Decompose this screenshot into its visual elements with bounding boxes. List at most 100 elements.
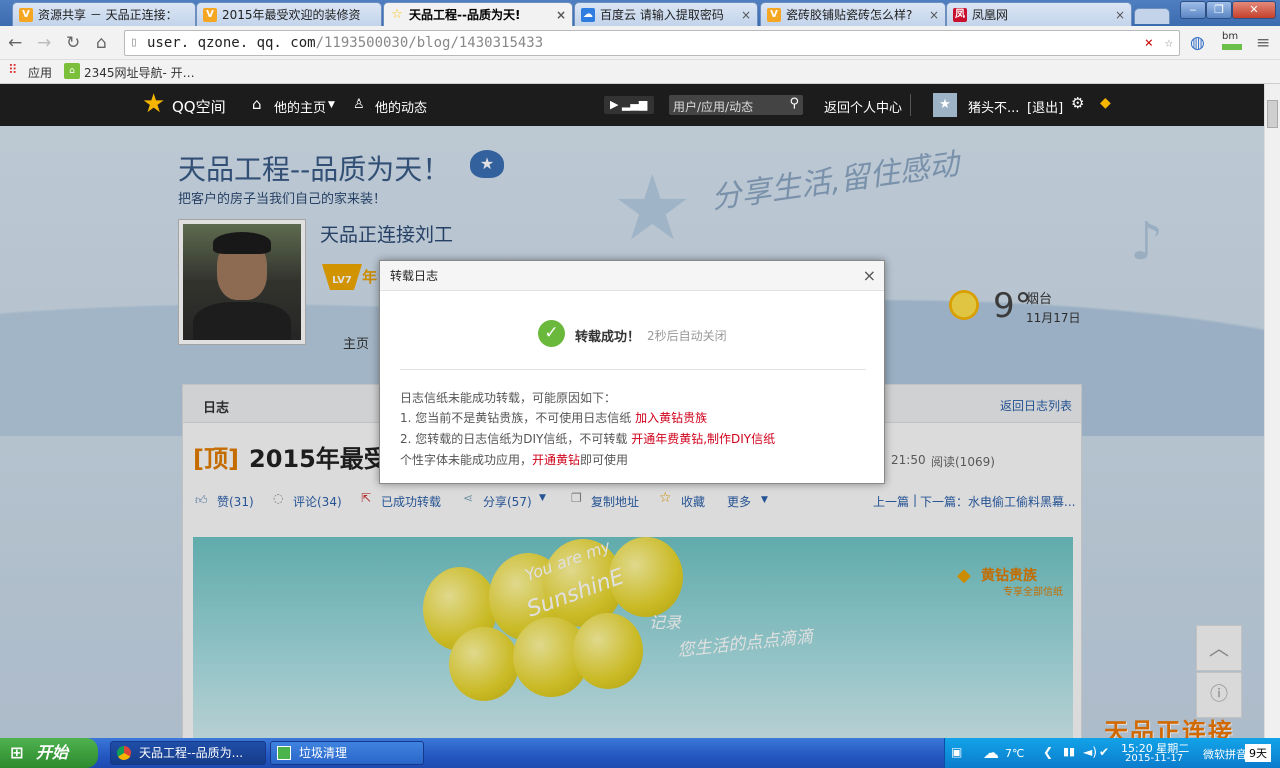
star-icon: ☆ (391, 6, 403, 22)
nav-his-home[interactable]: 他的主页 (274, 97, 326, 116)
dialog-divider (400, 369, 866, 370)
chevron-down-icon: ▼ (328, 100, 335, 110)
taskbar-item-label: 天品工程--品质为... (139, 746, 244, 760)
tab-close-icon[interactable]: × (929, 8, 939, 22)
translate-blocked-icon[interactable]: ⨯ (1145, 31, 1153, 55)
tab-close-icon[interactable]: × (1115, 8, 1125, 22)
page-icon: ▯ (130, 35, 138, 50)
bookmark-2345[interactable]: 2345网址导航- 开… (84, 64, 195, 81)
page-scrollbar[interactable] (1264, 84, 1280, 738)
reason-3-tail: 即可使用 (580, 453, 629, 467)
tab-baidu-cloud[interactable]: ☁ 百度云 请输入提取密码 × (574, 2, 758, 26)
nav-username[interactable]: 猪头不... (968, 97, 1019, 116)
forward-arrow-icon[interactable]: → (37, 33, 51, 53)
tab-tile-adhesive[interactable]: V 瓷砖胶铺贴瓷砖怎么样? × (760, 2, 946, 26)
days-counter[interactable]: 9天 (1245, 744, 1271, 762)
close-window-button[interactable]: ✕ (1232, 1, 1276, 19)
cleanup-icon (277, 746, 291, 760)
tray-date[interactable]: 2015-11-17 (1125, 753, 1183, 764)
cloud-weather-icon: ☁ (983, 743, 999, 762)
tab-decoration-2015[interactable]: V 2015年最受欢迎的装修资 (196, 2, 382, 26)
new-tab-button[interactable] (1134, 8, 1170, 24)
qzone-top-nav: ★ QQ空间 ⌂ 他的主页 ▼ ♙ 他的动态 ▶ ▂▄▆ 用户/应用/动态 ⚲ … (0, 84, 1264, 126)
tab-label: 天品工程--品质为天! (409, 8, 521, 22)
ifeng-icon: 凤 (953, 7, 967, 22)
menu-icon[interactable]: ≡ (1256, 33, 1270, 53)
back-arrow-icon[interactable]: ← (8, 33, 22, 53)
network-icon[interactable]: ▮▮ (1063, 745, 1075, 758)
start-button[interactable]: ⊞ 开始 (0, 738, 98, 768)
user-icon: ♙ (353, 97, 365, 112)
tray-arrow-icon[interactable]: ❮ (1043, 745, 1053, 759)
profile-label[interactable]: bm (1222, 31, 1238, 42)
v-icon: V (203, 7, 217, 22)
bookmark-apps[interactable]: 应用 (28, 64, 52, 81)
tray-app-icon[interactable]: ▣ (951, 745, 962, 759)
system-tray: ▣ ☁ 7℃ ❮ ▮▮ ◄) ✔ 15:20 星期二 2015-11-17 微软… (944, 738, 1280, 768)
tab-label: 资源共享 － 天品正连接： (38, 8, 178, 22)
qzone-star-logo-icon: ★ (142, 89, 166, 119)
bookmarks-bar: ⠿ 应用 ⌂ 2345网址导航- 开… (0, 60, 1280, 84)
nav-divider (910, 94, 911, 116)
taskbar-item-chrome[interactable]: 天品工程--品质为... (110, 741, 266, 765)
avatar[interactable]: ★ (933, 93, 957, 117)
tab-close-icon[interactable]: × (741, 8, 751, 22)
search-input[interactable]: 用户/应用/动态 (673, 98, 753, 115)
back-to-center-link[interactable]: 返回个人中心 (824, 97, 902, 116)
search-box[interactable]: 用户/应用/动态 ⚲ (669, 95, 803, 115)
url-path: /1193500030/blog/1430315433 (315, 35, 544, 51)
windows-logo-icon: ⊞ (10, 743, 24, 762)
tab-close-icon[interactable]: × (556, 8, 566, 22)
tray-weather-temp[interactable]: 7℃ (1005, 747, 1024, 760)
taskbar-item-label: 垃圾清理 (299, 746, 348, 760)
ime-indicator[interactable]: 微软拼音 (1203, 746, 1247, 762)
taskbar-item-cleanup[interactable]: 垃圾清理 (270, 741, 424, 765)
url-host: user. qzone. qq. com (147, 35, 316, 51)
security-icon[interactable]: ✔ (1099, 745, 1109, 759)
globe-icon[interactable]: ◍ (1190, 33, 1205, 53)
check-icon: ✓ (538, 320, 565, 347)
home-icon: ⌂ (252, 95, 262, 113)
dialog-close-icon[interactable]: × (863, 261, 876, 291)
browser-toolbar: ← → ↻ ⌂ ▯ user. qzone. qq. com/119350003… (0, 26, 1280, 60)
tab-tianpin-active[interactable]: ☆ 天品工程--品质为天! × (383, 2, 573, 26)
reason-3: 个性字体未能成功应用，开通黄钻即可使用 (400, 451, 628, 468)
v-icon: V (19, 7, 33, 22)
reason-3-text: 个性字体未能成功应用， (400, 453, 533, 467)
music-player-icon[interactable]: ▶ ▂▄▆ (604, 96, 654, 114)
gear-icon[interactable]: ⚙ (1071, 94, 1084, 112)
browser-tab-strip: V 资源共享 － 天品正连接： V 2015年最受欢迎的装修资 ☆ 天品工程--… (0, 0, 1280, 26)
annual-vip-link[interactable]: 开通年费黄钻,制作DIY信纸 (631, 432, 775, 446)
restore-button[interactable]: ❐ (1206, 1, 1232, 19)
diamond-icon[interactable]: ◆ (1100, 95, 1111, 111)
reason-heading: 日志信纸未能成功转载，可能原因如下： (400, 391, 617, 405)
v-icon: V (767, 7, 781, 22)
auto-close-note: 2秒后自动关闭 (647, 329, 727, 343)
minimize-button[interactable]: ‒ (1180, 1, 1206, 19)
home-icon[interactable]: ⌂ (96, 33, 107, 53)
reason-2: 2. 您转载的日志信纸为DIY信纸，不可转载 开通年费黄钻,制作DIY信纸 (400, 430, 775, 447)
tab-ifeng[interactable]: 凤 凤凰网 × (946, 2, 1132, 26)
chrome-icon (117, 746, 131, 760)
reload-icon[interactable]: ↻ (66, 33, 80, 53)
reason-2-text: 2. 您转载的日志信纸为DIY信纸，不可转载 (400, 432, 628, 446)
logout-link[interactable]: [退出] (1027, 97, 1063, 116)
bookmark-star-icon[interactable]: ☆ (1165, 31, 1173, 55)
join-vip-link[interactable]: 加入黄钻贵族 (635, 411, 707, 425)
baidu-cloud-icon: ☁ (581, 7, 595, 22)
tab-resource-share[interactable]: V 资源共享 － 天品正连接： (12, 2, 196, 26)
search-icon[interactable]: ⚲ (789, 96, 799, 111)
address-bar[interactable]: ▯ user. qzone. qq. com/1193500030/blog/1… (124, 30, 1180, 56)
volume-icon[interactable]: ◄) (1083, 745, 1097, 759)
start-label: 开始 (36, 743, 69, 762)
dialog-title: 转载日志 (390, 269, 439, 283)
dialog-header: 转载日志 × (380, 261, 884, 291)
scrollbar-thumb[interactable] (1267, 100, 1278, 128)
windows-taskbar: ⊞ 开始 天品工程--品质为... 垃圾清理 ▣ ☁ 7℃ ❮ ▮▮ ◄) ✔ … (0, 738, 1280, 768)
reason-1-text: 1. 您当前不是黄钻贵族，不可使用日志信纸 (400, 411, 632, 425)
tab-label: 2015年最受欢迎的装修资 (222, 8, 361, 22)
profile-bar (1222, 44, 1242, 50)
qzone-logo-text[interactable]: QQ空间 (172, 96, 226, 117)
nav-his-feeds[interactable]: 他的动态 (375, 97, 427, 116)
open-vip-link[interactable]: 开通黄钻 (532, 453, 580, 467)
